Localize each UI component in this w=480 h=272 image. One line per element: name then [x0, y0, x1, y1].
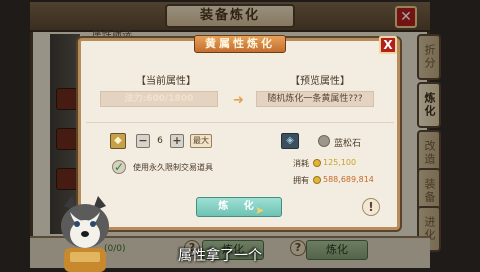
current-attribute-label: 【当前属性】: [136, 76, 196, 87]
stream-subtitle: 属性拿了一个: [178, 248, 262, 264]
pointer-cursor-icon: ➤: [255, 204, 265, 217]
preview-attribute-label: 【预览属性】: [290, 76, 350, 87]
use-bound-items-label: 使用永久限制交易道具: [133, 163, 213, 172]
dialog-close-button[interactable]: X: [379, 36, 397, 54]
refine-button[interactable]: 炼 化: [196, 197, 282, 217]
quantity-plus-button[interactable]: +: [170, 134, 184, 148]
arrow-right-icon: ➜: [233, 93, 244, 108]
quantity-input[interactable]: [150, 134, 170, 148]
divider: [86, 122, 394, 123]
use-bound-items-checkbox[interactable]: ✓: [112, 160, 126, 174]
material-name: 蓝松石: [334, 139, 362, 149]
dialog-title: 黄属性炼化: [194, 35, 286, 53]
refine-item-icon[interactable]: ◆: [110, 133, 126, 149]
current-attribute-value: 法力:600/1800: [100, 91, 218, 107]
info-button[interactable]: !: [362, 198, 380, 216]
quantity-minus-button[interactable]: −: [136, 134, 150, 148]
cost-label: 消耗: [293, 159, 309, 168]
husky-avatar: [61, 196, 109, 272]
material-radio[interactable]: [318, 135, 330, 147]
coin-icon: [313, 176, 321, 184]
owned-label: 拥有: [293, 176, 309, 185]
owned-value: 588,689,814: [323, 175, 374, 184]
coin-icon: [313, 159, 321, 167]
quantity-max-button[interactable]: 最大: [190, 134, 212, 148]
preview-attribute-value: 随机炼化一条黄属性???: [256, 91, 374, 107]
cost-value: 125,100: [323, 158, 357, 167]
material-icon[interactable]: ◈: [281, 133, 299, 149]
